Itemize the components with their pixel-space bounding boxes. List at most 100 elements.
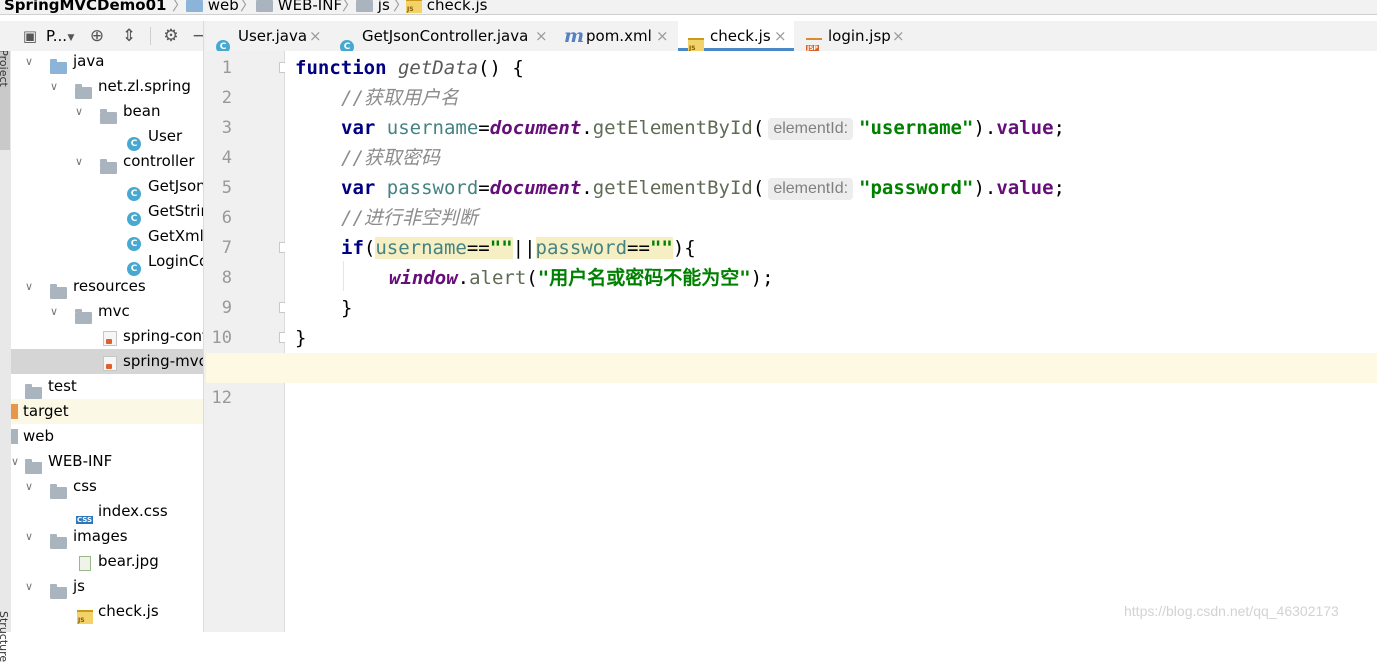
close-icon[interactable]: × — [892, 21, 905, 51]
folder-icon — [25, 383, 42, 399]
maven-icon: m — [564, 25, 585, 47]
tree-item-test[interactable]: test — [11, 374, 203, 399]
tree-item-target[interactable]: target — [11, 399, 203, 424]
tab-pom-xml[interactable]: m pom.xml × — [554, 21, 676, 51]
tree-item-label: resources — [73, 277, 146, 295]
chevron-down-icon[interactable]: ∨ — [50, 299, 58, 324]
token-comment: //获取用户名 — [341, 87, 459, 109]
token-punct: ( — [363, 237, 376, 259]
breadcrumb-web-inf[interactable]: WEB-INF — [256, 0, 342, 14]
tree-item-user[interactable]: C User — [11, 124, 203, 151]
tree-item-bear-jpg[interactable]: bear.jpg — [11, 549, 203, 574]
tree-item-getjsoncontroller[interactable]: C GetJsonController — [11, 174, 203, 201]
tree-item-label: web — [23, 427, 55, 445]
chevron-down-icon[interactable]: ∨ — [11, 449, 19, 474]
breadcrumb-check-js[interactable]: JS check.js — [406, 0, 487, 14]
chevron-down-icon[interactable]: ∨ — [25, 524, 33, 549]
close-icon[interactable]: × — [656, 21, 669, 51]
token-punct: ). — [973, 177, 997, 199]
token-operator: = — [478, 177, 490, 199]
code-line-9: } — [341, 293, 352, 323]
token-punct: ( — [526, 267, 538, 289]
tree-item-label: spring-config.xml — [123, 327, 203, 345]
tree-item-resources[interactable]: ∨ resources — [11, 274, 203, 299]
tab-getjsoncontroller-java[interactable]: C GetJsonController.java × — [330, 21, 552, 54]
tree-item-label: net.zl.spring — [98, 77, 191, 95]
code-line-1: function getData() { — [295, 53, 524, 83]
tree-item-css[interactable]: ∨ css — [11, 474, 203, 499]
chevron-right-icon: 〉 — [342, 0, 358, 14]
folder-icon — [356, 0, 373, 12]
tree-item-check-js[interactable]: JS check.js — [11, 599, 203, 624]
code-line-8: window.alert("用户名或密码不能为空"); — [389, 263, 774, 293]
tree-item-label: WEB-INF — [48, 452, 113, 470]
tree-item-index-css[interactable]: CSS index.css — [11, 499, 203, 524]
folder-icon — [50, 533, 67, 549]
token-punct: ). — [973, 117, 997, 139]
token-comment: //进行非空判断 — [341, 207, 478, 229]
breadcrumb-project[interactable]: SpringMVCDemo01 — [4, 0, 166, 14]
tree-item-logincontroller[interactable]: C LoginController — [11, 249, 203, 276]
line-number: 3 — [221, 118, 232, 138]
tree-item-js[interactable]: ∨ js — [11, 574, 203, 599]
token-string: "" — [489, 237, 513, 259]
tree-item-net-zl-spring[interactable]: ∨ net.zl.spring — [11, 74, 203, 99]
tree-item-label: spring-mvc.xml — [123, 352, 203, 370]
token-string: "username" — [859, 117, 974, 139]
close-icon[interactable]: × — [535, 21, 548, 51]
project-view-icon[interactable]: ▣ — [19, 25, 41, 47]
tree-item-controller[interactable]: ∨ controller — [11, 149, 203, 174]
css-file-icon: CSS — [76, 515, 94, 524]
chevron-down-icon[interactable]: ∨ — [25, 51, 33, 74]
tab-check-js[interactable]: JS check.js × — [678, 21, 794, 52]
tree-item-label: js — [73, 577, 85, 595]
chevron-down-icon[interactable]: ∨ — [75, 99, 83, 124]
chevron-down-icon[interactable]: ∨ — [25, 474, 33, 499]
close-icon[interactable]: × — [774, 21, 787, 51]
dropdown-arrow-icon[interactable]: ▼ — [60, 27, 82, 49]
line-number: 5 — [221, 178, 232, 198]
collapse-all-icon[interactable]: ⇕ — [118, 25, 140, 47]
excluded-folder-icon — [11, 404, 18, 419]
token-variable: password — [535, 237, 628, 259]
resources-folder-icon — [50, 283, 67, 299]
tab-login-jsp[interactable]: JSP login.jsp × — [796, 21, 908, 52]
token-global: window — [389, 267, 458, 289]
token-property: value — [996, 117, 1054, 139]
code-line-7: if(username==""||password==""){ — [341, 233, 696, 263]
token-string: "" — [649, 237, 673, 259]
breadcrumb-js[interactable]: js — [356, 0, 390, 14]
indent-guide — [343, 261, 344, 291]
locate-icon[interactable]: ⊕ — [86, 25, 108, 47]
tree-item-spring-mvc[interactable]: spring-mvc.xml — [11, 349, 203, 374]
gear-icon[interactable]: ⚙ — [160, 25, 182, 47]
tree-item-getstringcontroller[interactable]: C GetStringController — [11, 199, 203, 226]
breadcrumb-web[interactable]: web — [186, 0, 239, 14]
tree-item-label: index.css — [98, 502, 168, 520]
tree-item-mvc[interactable]: ∨ mvc — [11, 299, 203, 324]
chevron-right-icon: 〉 — [240, 0, 256, 14]
chevron-down-icon[interactable]: ∨ — [75, 149, 83, 174]
tree-item-getxmlcontroller[interactable]: C GetXmlController — [11, 224, 203, 251]
token-punct: () { — [478, 57, 524, 79]
tab-user-java[interactable]: C User.java × — [206, 21, 328, 54]
tree-item-web[interactable]: web — [11, 424, 203, 449]
token-comment: //获取密码 — [341, 147, 440, 169]
tree-item-images[interactable]: ∨ images — [11, 524, 203, 549]
tree-item-spring-config[interactable]: spring-config.xml — [11, 324, 203, 349]
close-icon[interactable]: × — [309, 21, 322, 51]
token-punct: ; — [1053, 177, 1065, 199]
tree-item-label: target — [23, 402, 69, 420]
line-number-gutter[interactable]: 1 2 3 4 5 6 7 8 9 10 11 12 — [206, 51, 289, 632]
structure-tool-button[interactable]: Structure — [0, 611, 10, 662]
tree-item-web-inf[interactable]: ∨ WEB-INF — [11, 449, 203, 474]
chevron-down-icon[interactable]: ∨ — [50, 74, 58, 99]
tree-item-java[interactable]: ∨ java — [11, 51, 203, 74]
watermark: https://blog.csdn.net/qq_46302173 — [1124, 603, 1339, 619]
chevron-down-icon[interactable]: ∨ — [25, 574, 33, 599]
chevron-down-icon[interactable]: ∨ — [25, 274, 33, 299]
token-punct: ( — [752, 117, 765, 139]
token-operator: == — [466, 237, 490, 259]
tree-item-bean[interactable]: ∨ bean — [11, 99, 203, 124]
tree-item-label: bean — [123, 102, 161, 120]
